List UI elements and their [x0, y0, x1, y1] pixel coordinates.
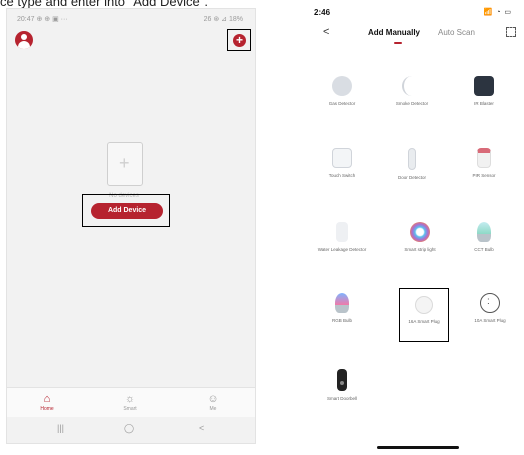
back-button[interactable]: <: [323, 26, 329, 38]
touch-switch-icon: [332, 148, 352, 168]
home-button[interactable]: ◯: [124, 423, 134, 434]
avatar-head: [21, 34, 27, 40]
device-smart-doorbell[interactable]: Smart Doorbell: [311, 369, 373, 402]
device-label: Smoke Detector: [395, 101, 429, 106]
active-tab-indicator: [394, 42, 402, 44]
highlight-box-add-device: Add Device: [82, 194, 170, 227]
status-bar-right: 26 ⊛ ⊿ 18%: [203, 16, 243, 23]
tab-home[interactable]: ⌂ Home: [27, 392, 67, 412]
status-icons: 📶 ◔ ▭: [483, 9, 512, 16]
status-bar-left: 20:47 ⊕ ⊕ ▣ ···: [17, 15, 68, 23]
strip-light-icon: [410, 222, 430, 242]
system-nav-bar: ||| ◯ <: [7, 417, 255, 443]
back-button[interactable]: <: [199, 423, 204, 433]
device-label: Water Leakage Detector: [317, 247, 367, 252]
tab-me-label: Me: [209, 406, 217, 412]
me-icon: ☺: [207, 393, 219, 405]
status-time: 2:46: [314, 8, 331, 17]
tab-add-manually[interactable]: Add Manually: [368, 28, 420, 37]
status-time: 20:47: [17, 16, 35, 23]
home-indicator[interactable]: [377, 446, 459, 449]
device-smart-strip-light[interactable]: Smart strip light: [389, 222, 451, 253]
device-label: 16A Smart Plug: [408, 319, 440, 324]
tab-smart-label: Smart: [123, 406, 137, 412]
device-label: Smart Doorbell: [326, 396, 357, 401]
scan-icon[interactable]: [506, 27, 516, 37]
highlight-box-add: +: [227, 29, 251, 51]
water-leakage-icon: [336, 222, 348, 242]
bulb-icon: [335, 293, 349, 313]
smart-plug-icon: [480, 293, 500, 313]
avatar-icon[interactable]: [15, 31, 33, 49]
device-label: PIR Sensor: [472, 173, 496, 178]
device-water-leakage-detector[interactable]: Water Leakage Detector: [311, 222, 373, 253]
device-label: Smart strip light: [404, 247, 436, 252]
tab-smart[interactable]: ☼ Smart: [110, 392, 150, 412]
device-pir-sensor[interactable]: PIR Sensor: [453, 148, 515, 179]
device-cct-bulb[interactable]: CCT Bulb: [453, 222, 515, 253]
device-touch-switch[interactable]: Touch Switch: [311, 148, 373, 179]
add-device-screen: 2:46 📶 ◔ ▭ < Add Manually Auto Scan Gas …: [300, 0, 524, 455]
device-label: Door Detector: [397, 175, 426, 180]
device-label: 10A Smart Plug: [474, 318, 506, 323]
device-16a-smart-plug[interactable]: 16A Smart Plug: [393, 296, 455, 325]
device-label: IR Blaster: [474, 101, 494, 106]
sun-icon: ☼: [124, 393, 136, 405]
device-label: Touch Switch: [328, 173, 356, 178]
avatar-body: [18, 41, 30, 49]
status-icons: ⊕ ⊕ ▣ ···: [36, 16, 68, 23]
ir-blaster-icon: [474, 76, 494, 96]
device-ir-blaster[interactable]: IR Blaster: [453, 76, 515, 107]
tab-home-label: Home: [40, 406, 54, 412]
device-label: Gas Detector: [328, 101, 356, 106]
device-smoke-detector[interactable]: Smoke Detector: [381, 76, 443, 107]
pir-sensor-icon: [477, 148, 491, 168]
gas-detector-icon: [332, 76, 352, 96]
doorbell-icon: [337, 369, 347, 391]
device-label: CCT Bulb: [474, 247, 494, 252]
recents-button[interactable]: |||: [57, 423, 64, 433]
add-device-button[interactable]: Add Device: [91, 203, 163, 219]
device-door-detector[interactable]: Door Detector: [381, 148, 443, 181]
home-icon: ⌂: [43, 393, 51, 405]
app-home-screen: 20:47 ⊕ ⊕ ▣ ··· 26 ⊛ ⊿ 18% + No devices …: [6, 8, 256, 444]
no-devices-icon: [107, 142, 143, 186]
device-rgb-bulb[interactable]: RGB Bulb: [311, 293, 373, 324]
smoke-detector-icon: [402, 76, 422, 96]
bottom-tab-bar: ⌂ Home ☼ Smart ☺ Me: [7, 387, 255, 417]
door-detector-icon: [408, 148, 416, 170]
bulb-icon: [477, 222, 491, 242]
device-label: RGB Bulb: [331, 318, 352, 323]
tab-auto-scan[interactable]: Auto Scan: [438, 28, 475, 37]
add-device-plus-icon[interactable]: +: [233, 34, 246, 47]
device-10a-smart-plug[interactable]: 10A Smart Plug: [459, 293, 521, 324]
device-gas-detector[interactable]: Gas Detector: [311, 76, 373, 107]
tab-me[interactable]: ☺ Me: [193, 392, 233, 412]
smart-plug-icon: [415, 296, 433, 314]
